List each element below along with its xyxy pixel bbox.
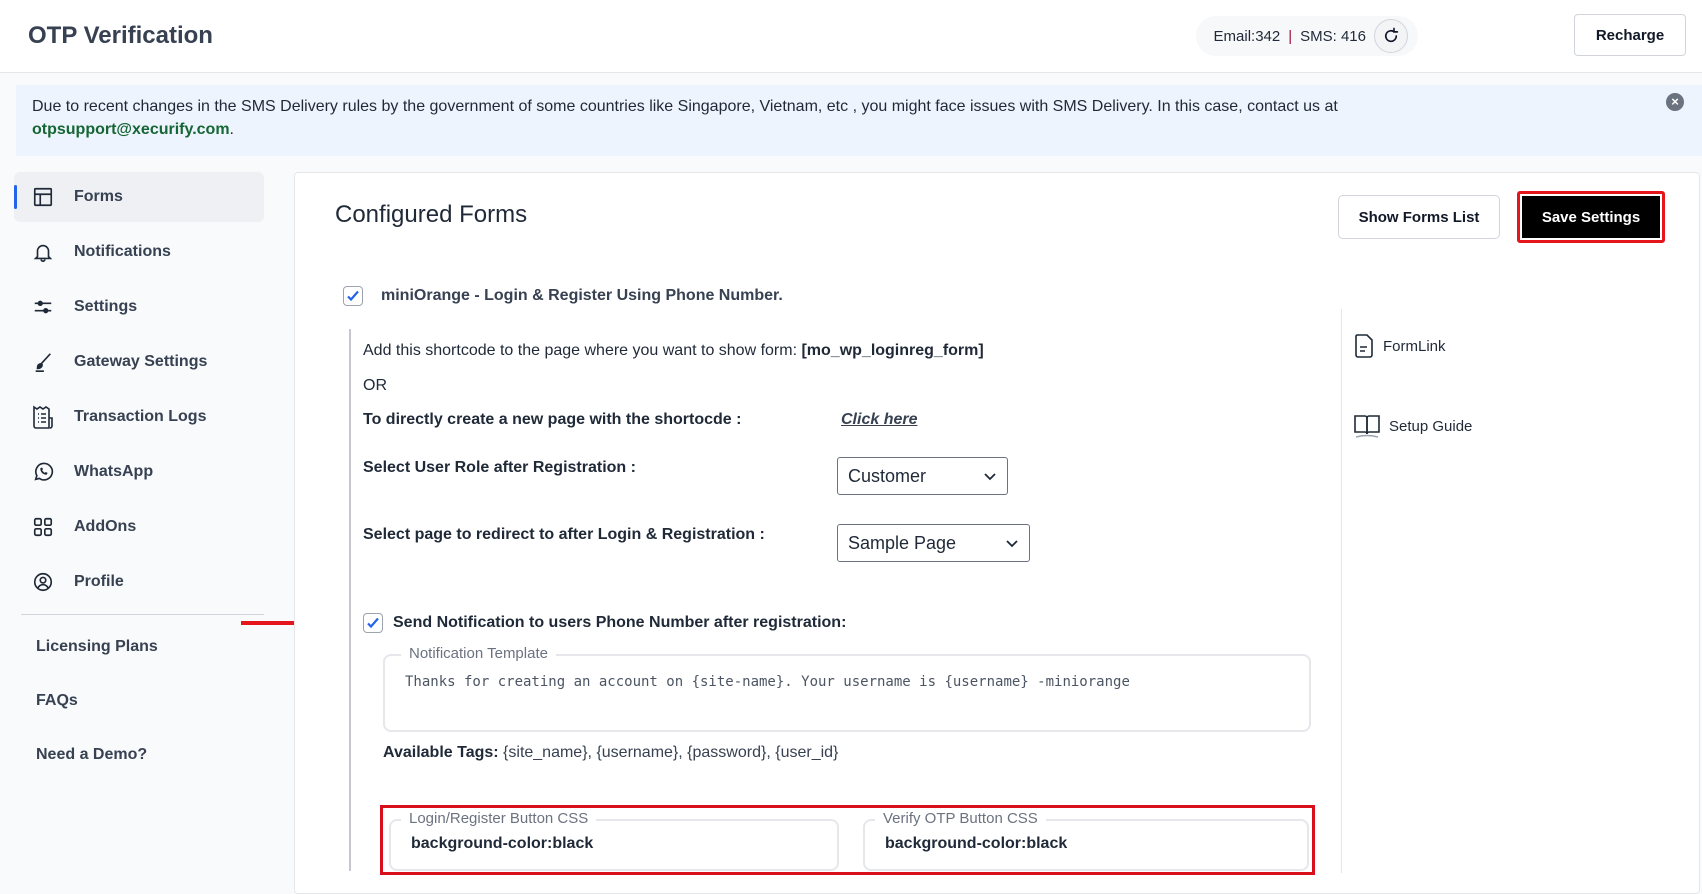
- tags-value: {site_name}, {username}, {password}, {us…: [498, 744, 839, 761]
- user-role-label: Select User Role after Registration :: [363, 459, 636, 476]
- sidebar-item-label: Settings: [74, 298, 138, 315]
- sidebar-item-label: Profile: [74, 573, 124, 590]
- top-header: OTP Verification Email:342 | SMS: 416 Re…: [0, 0, 1702, 73]
- configured-forms-panel: Configured Forms Show Forms List Save Se…: [294, 172, 1700, 894]
- sidebar-item-label: Gateway Settings: [74, 353, 208, 370]
- brush-icon: [30, 349, 56, 375]
- sidebar-item-gateway-settings[interactable]: Gateway Settings: [14, 337, 264, 387]
- save-settings-button[interactable]: Save Settings: [1522, 196, 1660, 238]
- layout-icon: [30, 184, 56, 210]
- redirect-page-value: Sample Page: [848, 532, 957, 553]
- check-icon: [347, 290, 359, 302]
- chevron-down-icon: [984, 473, 996, 481]
- email-credits: Email:342: [1213, 27, 1281, 45]
- document-icon: [1355, 334, 1373, 358]
- verify-otp-button-css-field[interactable]: Verify OTP Button CSS background-color:b…: [863, 810, 1309, 871]
- shortcode-value: [mo_wp_loginreg_form]: [801, 342, 984, 359]
- sidebar-item-profile[interactable]: Profile: [14, 557, 264, 607]
- sidebar-item-whatsapp[interactable]: WhatsApp: [14, 447, 264, 497]
- need-a-demo-link[interactable]: Need a Demo?: [36, 746, 147, 764]
- close-icon: ×: [1671, 94, 1679, 109]
- sidebar-item-label: WhatsApp: [74, 463, 154, 480]
- close-notice-button[interactable]: ×: [1666, 93, 1684, 111]
- app-title: OTP Verification: [28, 22, 213, 49]
- config-block-border: [349, 329, 351, 871]
- sidebar-item-label: Forms: [74, 188, 123, 205]
- whatsapp-icon: [30, 459, 56, 485]
- verify-css-legend: Verify OTP Button CSS: [875, 810, 1046, 827]
- check-icon: [367, 617, 379, 629]
- user-role-value: Customer: [848, 465, 927, 486]
- tags-label: Available Tags:: [383, 744, 499, 761]
- sidebar-item-transaction-logs[interactable]: Transaction Logs: [14, 392, 264, 442]
- book-icon: [1354, 415, 1380, 438]
- sidebar-item-addons[interactable]: AddOns: [14, 502, 264, 552]
- setup-guide-link[interactable]: Setup Guide: [1353, 413, 1472, 439]
- or-text: OR: [363, 377, 387, 394]
- formlink-label: FormLink: [1383, 337, 1446, 355]
- click-here-link[interactable]: Click here: [841, 411, 917, 429]
- notice-suffix: .: [229, 121, 234, 138]
- sms-delivery-notice: Due to recent changes in the SMS Deliver…: [16, 85, 1702, 156]
- login-css-value: background-color:black: [411, 835, 594, 852]
- sidebar-divider: [21, 614, 264, 615]
- notice-text: Due to recent changes in the SMS Deliver…: [32, 98, 1338, 115]
- shortcode-text: Add this shortcode to the page where you…: [363, 342, 802, 359]
- receipt-icon: [30, 404, 56, 430]
- notification-label: Send Notification to users Phone Number …: [393, 614, 847, 631]
- chevron-down-icon: [1006, 540, 1018, 548]
- refresh-icon: [1384, 27, 1399, 43]
- sidebar-item-label: AddOns: [74, 518, 137, 535]
- redirect-label: Select page to redirect to after Login &…: [363, 526, 765, 543]
- credits-display: Email:342 | SMS: 416: [1195, 16, 1418, 56]
- faqs-link[interactable]: FAQs: [36, 692, 78, 710]
- bell-icon: [30, 239, 56, 265]
- login-button-css-field[interactable]: Login/Register Button CSS background-col…: [389, 810, 839, 871]
- recharge-button[interactable]: Recharge: [1574, 14, 1686, 56]
- user-role-select[interactable]: Customer: [837, 457, 1008, 495]
- credits-separator: |: [1288, 27, 1293, 45]
- grid-icon: [30, 514, 56, 540]
- sidebar-item-label: Transaction Logs: [74, 408, 207, 425]
- login-css-legend: Login/Register Button CSS: [401, 810, 597, 827]
- form-name: miniOrange - Login & Register Using Phon…: [381, 287, 783, 304]
- save-settings-highlight: Save Settings: [1517, 191, 1665, 243]
- create-page-label: To directly create a new page with the s…: [363, 411, 742, 428]
- verify-css-value: background-color:black: [885, 835, 1068, 852]
- section-title: Configured Forms: [335, 201, 528, 228]
- sidebar-item-forms[interactable]: Forms: [14, 172, 264, 222]
- sliders-icon: [30, 294, 56, 320]
- template-text: Thanks for creating an account on {site-…: [405, 674, 1130, 690]
- sidebar-item-settings[interactable]: Settings: [14, 282, 264, 332]
- sms-credits: SMS: 416: [1300, 27, 1366, 45]
- user-circle-icon: [30, 569, 56, 595]
- formlink-link[interactable]: FormLink: [1353, 333, 1446, 359]
- licensing-plans-link[interactable]: Licensing Plans: [36, 638, 158, 656]
- refresh-credits-button[interactable]: [1374, 19, 1408, 53]
- available-tags: Available Tags: {site_name}, {username},…: [383, 744, 838, 762]
- setup-guide-label: Setup Guide: [1389, 417, 1473, 435]
- sidebar-item-label: Notifications: [74, 243, 171, 260]
- template-legend: Notification Template: [401, 645, 556, 662]
- redirect-page-select[interactable]: Sample Page: [837, 524, 1030, 562]
- support-email-link[interactable]: otpsupport@xecurify.com: [32, 121, 230, 138]
- sidebar: Forms Notifications Settings Gateway Set…: [0, 170, 290, 894]
- show-forms-list-button[interactable]: Show Forms List: [1338, 195, 1500, 239]
- right-rail-divider: [1341, 309, 1342, 873]
- notification-enable-row: Send Notification to users Phone Number …: [363, 613, 846, 633]
- shortcode-instruction: Add this shortcode to the page where you…: [363, 342, 984, 360]
- form-enable-row: miniOrange - Login & Register Using Phon…: [343, 286, 783, 306]
- notification-template-field[interactable]: Notification Template Thanks for creatin…: [383, 645, 1311, 732]
- form-enable-checkbox[interactable]: [343, 286, 363, 306]
- sidebar-item-notifications[interactable]: Notifications: [14, 227, 264, 277]
- notification-checkbox[interactable]: [363, 613, 383, 633]
